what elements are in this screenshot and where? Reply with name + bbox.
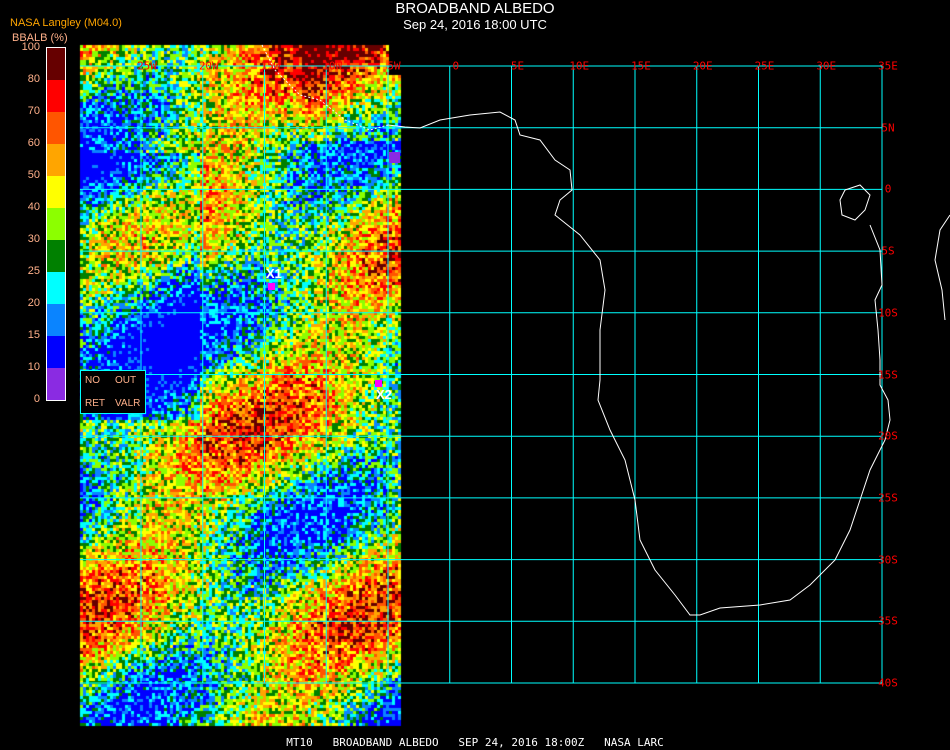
colorbar-tick-label: 0 (33, 393, 40, 405)
africa-coastline (387, 111, 891, 616)
colorbar-segment (47, 208, 65, 240)
colorbar-segment (47, 112, 65, 144)
colorbar-tick-label: 10 (27, 361, 40, 373)
colorbar-tick-label: 40 (27, 201, 40, 213)
colorbar-segment (47, 176, 65, 208)
map-timestamp: Sep 24, 2016 18:00 UTC (403, 17, 547, 32)
colorbar-tick-label: 15 (27, 329, 40, 341)
colorbar (46, 47, 66, 401)
latitude-label: 40S (878, 676, 898, 690)
colorbar-tick-label: 25 (27, 265, 40, 277)
longitude-label: 25W (137, 59, 157, 73)
latitude-label: 5S (881, 244, 895, 258)
longitude-label: 20E (692, 59, 713, 73)
longitude-label: 5W (387, 59, 401, 73)
legend-valr: VALR (115, 398, 141, 409)
longitude-label: 15E (631, 59, 651, 73)
colorbar-segment (47, 240, 65, 272)
colorbar-segment (47, 304, 65, 336)
legend-ret: RET (85, 398, 105, 409)
colorbar-tick-label: 70 (27, 105, 40, 117)
latitude-label: 5N (881, 121, 895, 135)
marker-x2-label: X2 (376, 387, 392, 402)
east-africa-coastline (934, 214, 950, 321)
colorbar-segment (47, 368, 65, 400)
west-africa-coastline-over-data (261, 44, 389, 131)
latitude-label: 30S (878, 553, 898, 567)
latitude-label: 15S (878, 368, 898, 381)
missing-data-legend: NO OUT RET VALR (80, 370, 146, 414)
longitude-label: 10E (569, 59, 590, 73)
latitude-label: 0 (884, 182, 892, 196)
lat-lon-grid (80, 65, 883, 684)
colorbar-tick-label: 50 (27, 169, 40, 181)
legend-out: OUT (115, 375, 137, 386)
latitude-label: 35S (878, 614, 898, 628)
latitude-label: 20S (878, 429, 898, 443)
latitude-label: 10S (878, 306, 898, 320)
colorbar-tick-label: 20 (27, 297, 40, 309)
longitude-label: 20W (198, 59, 219, 73)
colorbar-units: BBALB (%) (12, 32, 68, 44)
colorbar-tick-label: 80 (27, 73, 40, 85)
colorbar-segment (47, 80, 65, 112)
colorbar-segment (47, 48, 65, 80)
footer-caption: MT10 BROADBAND ALBEDO SEP 24, 2016 18:00… (286, 736, 664, 749)
albedo-map-viewer: BROADBAND ALBEDO Sep 24, 2016 18:00 UTC … (0, 0, 950, 750)
longitude-label: 25E (754, 59, 775, 73)
colorbar-segment (47, 272, 65, 304)
purple-pixel-marker (389, 152, 400, 163)
lake-victoria-outline (839, 184, 871, 221)
colorbar-tick-label: 30 (27, 233, 40, 245)
longitude-label: 5E (510, 59, 525, 73)
colorbar-segment (47, 144, 65, 176)
legend-no: NO (85, 375, 100, 386)
longitude-label: 35E (878, 59, 898, 73)
colorbar-tick-label: 60 (27, 137, 40, 149)
longitude-label: 30E (816, 59, 837, 73)
longitude-label: 10W (322, 59, 343, 73)
marker-x1-label: X1 (266, 266, 282, 281)
longitude-label: 15W (260, 59, 281, 73)
map-title: BROADBAND ALBEDO (395, 0, 555, 17)
marker-x2-dot[interactable] (375, 380, 382, 387)
colorbar-segment (47, 336, 65, 368)
credit-label: NASA Langley (M04.0) (10, 17, 122, 29)
marker-x1-dot[interactable] (268, 283, 275, 290)
longitude-label: 0 (452, 59, 460, 73)
latitude-label: 25S (878, 491, 898, 505)
